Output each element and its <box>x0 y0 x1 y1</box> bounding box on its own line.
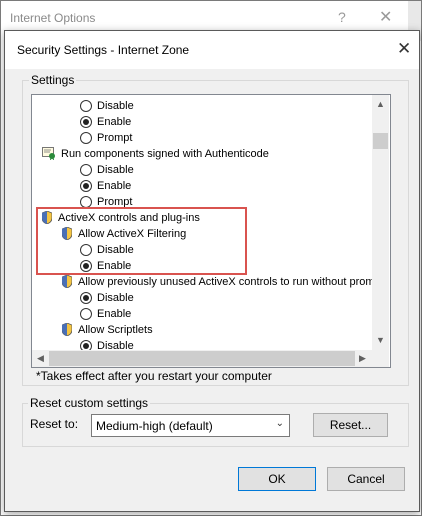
shield-icon <box>61 274 73 289</box>
reset-button[interactable]: Reset... <box>313 413 388 437</box>
chevron-down-icon: ⌄ <box>275 418 284 429</box>
settings-item-label: Allow previously unused ActiveX controls… <box>78 276 375 288</box>
settings-item-label: Run components signed with Authenticode <box>61 148 269 160</box>
radio-button[interactable] <box>80 292 92 304</box>
settings-item-label: Enable <box>97 116 132 128</box>
radio-button[interactable] <box>80 164 92 176</box>
help-icon[interactable]: ? <box>338 9 346 25</box>
internet-options-title: Internet Options <box>10 11 96 25</box>
radio-button[interactable] <box>80 180 92 192</box>
vertical-scroll-thumb[interactable] <box>373 133 388 149</box>
settings-item-label: Disable <box>97 164 134 176</box>
settings-item-label: Allow Scriptlets <box>78 324 153 336</box>
settings-item-label: Prompt <box>97 132 133 144</box>
horizontal-scrollbar[interactable]: ◀ ▶ <box>32 350 372 367</box>
radio-button[interactable] <box>80 116 92 128</box>
shield-icon <box>61 322 73 337</box>
radio-button[interactable] <box>80 132 92 144</box>
scrollbar-corner <box>372 350 389 367</box>
settings-item-label: Enable <box>97 308 132 320</box>
radio-button[interactable] <box>80 100 92 112</box>
settings-item-label: Disable <box>97 100 134 112</box>
radio-button[interactable] <box>80 308 92 320</box>
reset-group-label: Reset custom settings <box>28 396 151 410</box>
settings-item-label: Enable <box>97 180 132 192</box>
scroll-left-icon[interactable]: ◀ <box>37 353 44 364</box>
settings-group-label: Settings <box>29 73 77 87</box>
scroll-right-icon[interactable]: ▶ <box>359 353 366 364</box>
horizontal-scroll-thumb[interactable] <box>49 351 355 366</box>
settings-item-label: Disable <box>97 292 134 304</box>
dialog-close-icon[interactable]: ✕ <box>397 39 411 59</box>
dialog-titlebar: Security Settings - Internet Zone ✕ <box>5 31 419 69</box>
ok-button[interactable]: OK <box>238 467 316 491</box>
cancel-button[interactable]: Cancel <box>327 467 405 491</box>
reset-to-label: Reset to: <box>30 417 79 431</box>
certificate-icon <box>42 147 56 161</box>
dialog-title: Security Settings - Internet Zone <box>17 43 190 57</box>
scroll-down-icon[interactable]: ▼ <box>376 335 385 345</box>
outer-close-icon[interactable]: ✕ <box>379 7 392 27</box>
reset-level-value: Medium-high (default) <box>96 419 213 433</box>
annotation-highlight-box <box>36 207 247 275</box>
vertical-scrollbar[interactable]: ▲ ▼ <box>372 95 389 350</box>
reset-level-dropdown[interactable]: Medium-high (default) ⌄ <box>91 414 290 437</box>
restart-note: *Takes effect after you restart your com… <box>36 369 272 383</box>
scroll-up-icon[interactable]: ▲ <box>376 99 385 109</box>
